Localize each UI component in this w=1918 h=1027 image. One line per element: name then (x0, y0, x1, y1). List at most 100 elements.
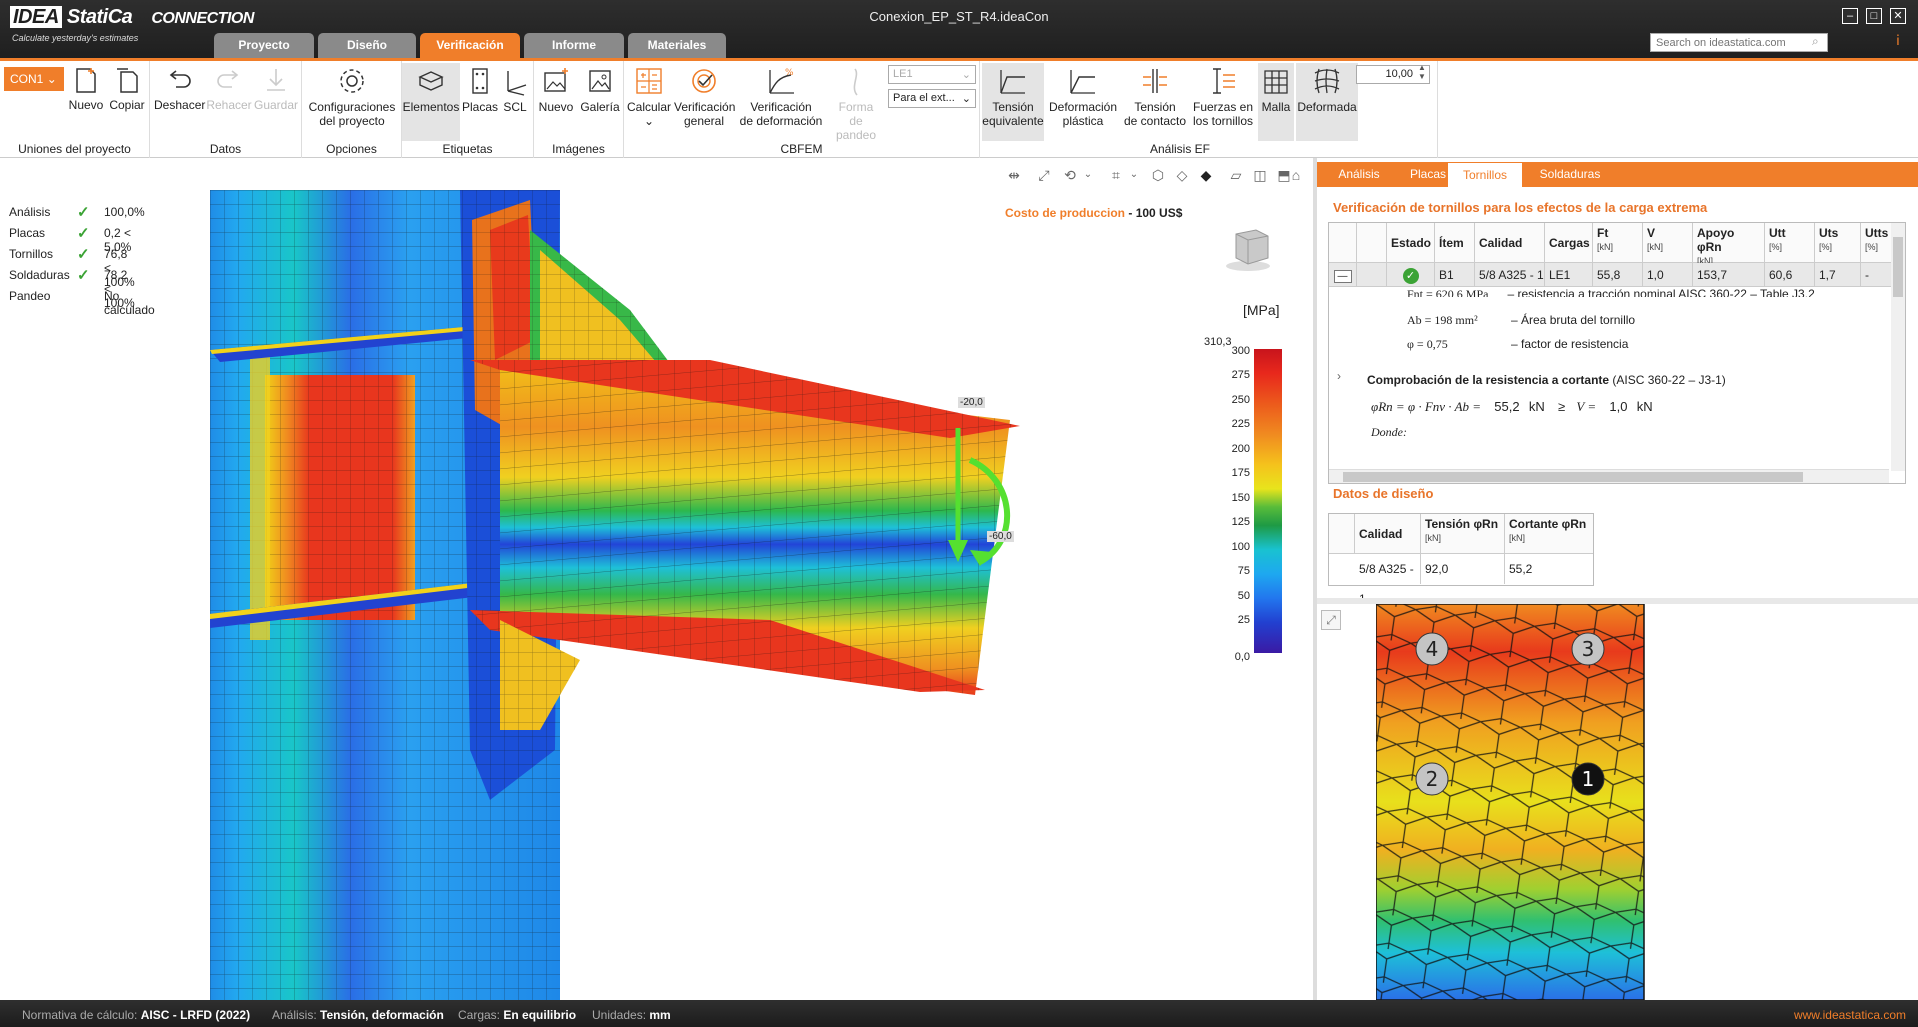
new-image-button[interactable]: Nuevo (536, 63, 576, 114)
mesh-button[interactable]: Malla (1258, 63, 1294, 141)
buckling-shape-button[interactable]: Forma de pandeo (828, 63, 884, 142)
bolt-marker-2[interactable]: 2 (1415, 762, 1449, 796)
tab-tornillos[interactable]: Tornillos (1447, 162, 1523, 187)
header-apoyo[interactable]: Apoyo φRn [kN] (1693, 223, 1765, 266)
status-key: Normativa de cálculo: (22, 1008, 138, 1022)
chevron-down-icon: ⌄ (643, 114, 655, 128)
bolt-marker-3[interactable]: 3 (1571, 632, 1605, 666)
load-case-select[interactable]: LE1 ⌄ (888, 65, 976, 84)
bolt-force-view[interactable]: ⤢ 4 3 2 1 (1317, 604, 1918, 1000)
copy-connection-button[interactable]: Copiar (106, 63, 148, 112)
solid-icon[interactable]: ◆ (1197, 166, 1215, 184)
table-row[interactable]: 5/8 A325 - 1 92,0 55,2 (1329, 554, 1593, 606)
wireframe-icon[interactable]: ⬡ (1149, 166, 1167, 184)
horizontal-scrollbar[interactable] (1329, 469, 1889, 483)
header-item[interactable]: Ítem (1435, 223, 1475, 263)
view-side-icon[interactable]: ▱ (1227, 166, 1245, 184)
image-add-icon (544, 68, 568, 92)
header-ft[interactable]: Ft [kN] (1593, 223, 1643, 263)
buckling-icon (853, 68, 858, 96)
collapse-toggle[interactable]: — (1329, 263, 1357, 287)
header-calidad[interactable]: Calidad (1355, 514, 1421, 554)
contact-stress-button[interactable]: Tensión de contacto (1122, 63, 1188, 128)
bolt-forces-button[interactable]: Fuerzas en los tornillos (1190, 63, 1256, 128)
scroll-thumb[interactable] (1343, 472, 1803, 482)
header-cortante[interactable]: Cortante φRn [kN] (1505, 514, 1593, 554)
tab-analisis[interactable]: Análisis (1321, 162, 1397, 187)
tab-diseno[interactable]: Diseño (318, 33, 416, 58)
load-extent-select[interactable]: Para el ext... ⌄ (888, 89, 976, 108)
tab-informe[interactable]: Informe (524, 33, 624, 58)
shear-cell: 55,2 (1509, 562, 1533, 576)
chevron-down-icon[interactable]: ⌄ (1079, 166, 1097, 184)
header-estado[interactable]: Estado (1387, 223, 1435, 263)
new-connection-button[interactable]: Nuevo (66, 63, 106, 112)
chevron-down-icon[interactable]: ⌄ (1125, 166, 1143, 184)
header-v[interactable]: V [kN] (1643, 223, 1693, 263)
tab-verificacion[interactable]: Verificación (420, 33, 520, 58)
undo-button[interactable]: Deshacer (154, 63, 205, 112)
tab-materiales[interactable]: Materiales (628, 33, 726, 58)
close-button[interactable]: ✕ (1890, 8, 1906, 24)
elements-labels-button[interactable]: Elementos (402, 63, 460, 141)
home-icon[interactable]: ⌂ (1287, 166, 1305, 184)
deformed-button[interactable]: Deformada (1296, 63, 1358, 141)
bolt-marker-4[interactable]: 4 (1415, 632, 1449, 666)
load-case-value: LE1 (893, 68, 913, 80)
chevron-right-icon[interactable]: › (1337, 369, 1341, 383)
vertical-scrollbar[interactable] (1891, 223, 1905, 471)
tab-proyecto[interactable]: Proyecto (214, 33, 314, 58)
load-label-fz: -20,0 (958, 397, 985, 408)
scl-labels-button[interactable]: SCL (498, 63, 532, 114)
equivalent-stress-button[interactable]: Tensión equivalente (982, 63, 1044, 141)
tab-soldaduras[interactable]: Soldaduras (1525, 162, 1615, 187)
header-tension[interactable]: Tensión φRn [kN] (1421, 514, 1505, 554)
view-front-icon[interactable]: ◫ (1251, 166, 1269, 184)
status-loads: Cargas: En equilibrio (458, 1008, 576, 1022)
ribbon-group-labels: Elementos Placas SCL Etiquetas (402, 61, 534, 158)
search-input[interactable] (1650, 33, 1828, 52)
table-row[interactable]: — ✓ B1 5/8 A325 - 1 LE1 55,8 1,0 153,7 6… (1329, 263, 1905, 287)
redo-button[interactable]: Rehacer (206, 63, 252, 112)
copy-icon (117, 68, 138, 93)
gallery-button[interactable]: Galería (578, 63, 622, 114)
status-key: Unidades: (592, 1008, 647, 1022)
scroll-thumb[interactable] (1893, 237, 1903, 297)
header-calidad[interactable]: Calidad (1475, 223, 1545, 263)
ribbon-group-fea: Tensión equivalente Deformación plástica… (980, 61, 1438, 158)
search-icon[interactable]: ⌕ (1812, 34, 1819, 49)
equiv-label-2: equivalente (982, 114, 1044, 128)
save-button[interactable]: Guardar (252, 63, 300, 112)
bolt-marker-1[interactable]: 1 (1571, 762, 1605, 796)
cut-icon[interactable]: ⌗ (1107, 166, 1125, 184)
bolts-table: Estado Ítem Calidad Cargas Ft [kN] V [kN] … (1328, 222, 1906, 484)
calculate-button[interactable]: Calcular ⌄ (626, 63, 672, 128)
ruler-icon[interactable]: ⇹ (1005, 166, 1023, 184)
summary-key: Soldaduras (9, 268, 70, 282)
header-uts[interactable]: Uts [%] (1815, 223, 1861, 263)
website-link[interactable]: www.ideastatica.com (1794, 1008, 1906, 1022)
zoom-extents-icon[interactable]: ⤢ (1035, 166, 1053, 184)
project-settings-button[interactable]: Configuraciones del proyecto (304, 63, 400, 128)
header-cell (1329, 514, 1355, 554)
info-icon[interactable]: ⅰ (1896, 32, 1900, 49)
gallery-icon (589, 70, 611, 92)
stress-model-view[interactable] (210, 190, 1320, 1000)
v-cell: 1,0 (1643, 263, 1693, 287)
header-utt[interactable]: Utt [%] (1765, 223, 1815, 263)
view-cube-icon[interactable] (1222, 226, 1274, 274)
status-value: AISC - LRFD (2022) (140, 1008, 251, 1022)
connection-dropdown[interactable]: CON1 ⌄ (4, 67, 64, 91)
maximize-button[interactable]: □ (1866, 8, 1882, 24)
transparent-icon[interactable]: ◇ (1173, 166, 1191, 184)
deformation-check-button[interactable]: % Verificación de deformación (736, 63, 826, 128)
rotate-icon[interactable]: ⟲ (1061, 166, 1079, 184)
plates-labels-button[interactable]: Placas (462, 63, 498, 114)
minimize-button[interactable]: – (1842, 8, 1858, 24)
plastic-strain-button[interactable]: Deformación plástica (1046, 63, 1120, 128)
header-cargas[interactable]: Cargas (1545, 223, 1593, 263)
expand-icon[interactable]: ⤢ (1321, 610, 1341, 630)
spinner-icon[interactable]: ▲ ▼ (1418, 63, 1426, 81)
general-check-button[interactable]: Verificación general (674, 63, 735, 128)
bolt-number: 2 (1426, 767, 1439, 791)
